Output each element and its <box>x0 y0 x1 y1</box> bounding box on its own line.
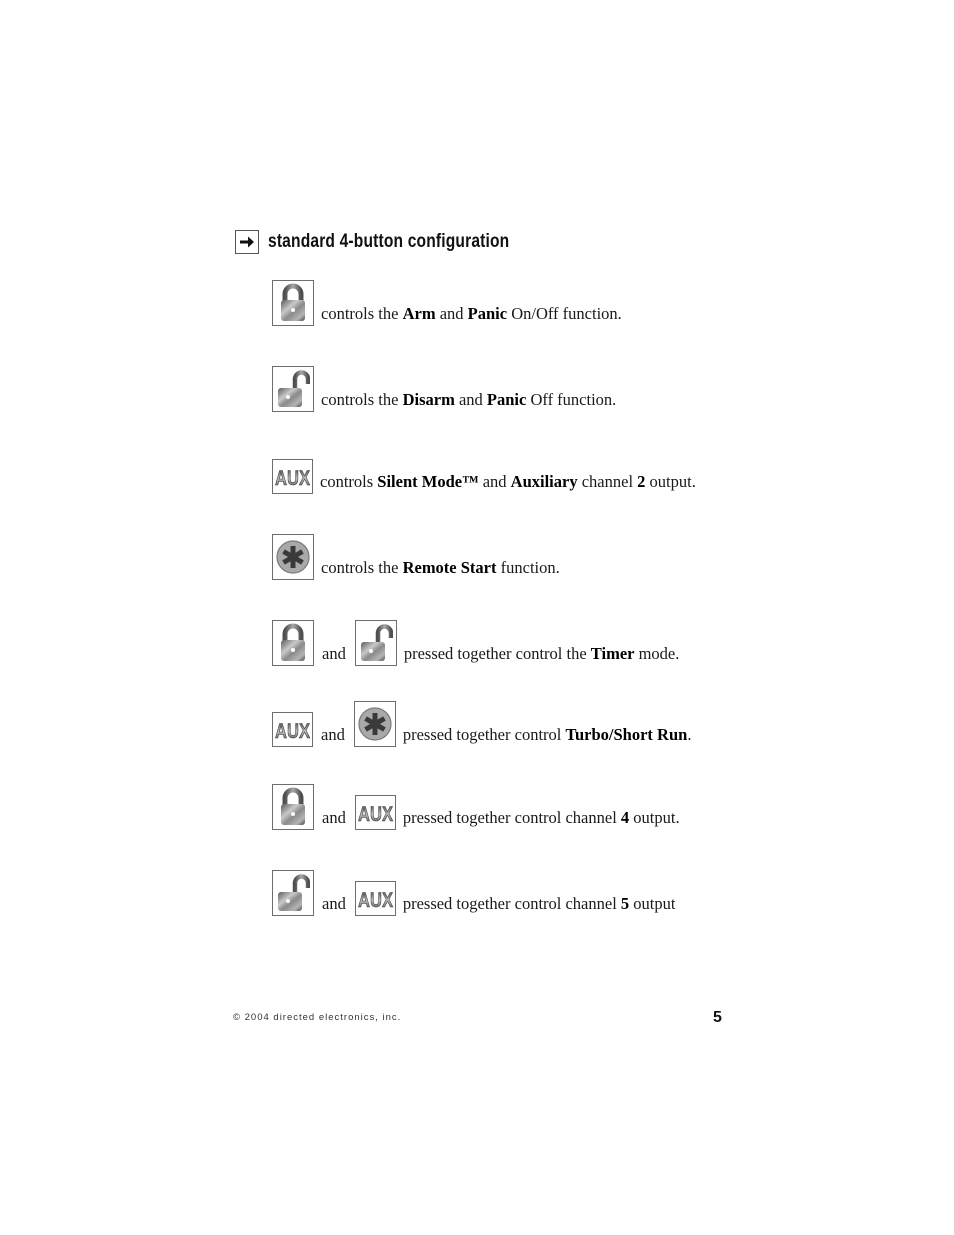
section-heading: standard 4-button configuration <box>235 228 562 256</box>
unlock-button <box>354 620 397 666</box>
button-row: AUX and pressed together control Turbo/S… <box>272 701 691 747</box>
joiner-text: and <box>322 808 346 827</box>
row-description: controls Silent Mode™ and Auxiliary chan… <box>320 472 696 491</box>
section-title: standard 4-button configuration <box>268 231 510 252</box>
row-description: pressed together control the Timer mode. <box>403 644 680 663</box>
svg-text:AUX: AUX <box>358 803 393 825</box>
button-row: and pressed together control the Timer m… <box>272 620 679 666</box>
unlock-button <box>272 366 314 412</box>
joiner-text: and <box>322 644 346 663</box>
row-description: controls the Arm and Panic On/Off functi… <box>321 304 622 323</box>
aux-button: AUX <box>272 459 313 494</box>
button-row: controls the Arm and Panic On/Off functi… <box>272 280 622 326</box>
joiner-text: and <box>321 725 345 744</box>
aux-button: AUX <box>354 881 396 916</box>
lock-button <box>272 620 314 666</box>
svg-text:AUX: AUX <box>275 467 310 489</box>
svg-text:AUX: AUX <box>275 720 310 742</box>
unlock-button <box>272 870 314 916</box>
button-row: AUX controls Silent Mode™ and Auxiliary … <box>272 459 696 494</box>
joiner-text: and <box>322 894 346 913</box>
manual-page: standard 4-button configuration controls… <box>0 0 954 1235</box>
copyright-notice: © 2004 directed electronics, inc. <box>233 1012 402 1023</box>
lock-open-icon <box>278 370 310 407</box>
row-description: controls the Disarm and Panic Off functi… <box>321 390 617 409</box>
remote-start-button <box>353 701 396 747</box>
row-description: controls the Remote Start function. <box>321 558 560 577</box>
asterisk-icon <box>276 540 310 574</box>
aux-button: AUX <box>354 795 396 830</box>
button-row: and AUX pressed together control channel… <box>272 870 675 916</box>
row-description: pressed together control Turbo/Short Run… <box>402 725 692 744</box>
lock-button <box>272 280 314 326</box>
button-row: controls the Remote Start function. <box>272 534 560 580</box>
svg-text:AUX: AUX <box>358 889 393 911</box>
aux-icon: AUX <box>358 802 394 825</box>
lock-closed-icon <box>281 787 305 825</box>
button-row: controls the Disarm and Panic Off functi… <box>272 366 616 412</box>
row-description: pressed together control channel 5 outpu… <box>402 894 676 913</box>
button-row: and AUX pressed together control channel… <box>272 784 680 830</box>
row-description: pressed together control channel 4 outpu… <box>402 808 680 827</box>
lock-button <box>272 784 314 830</box>
aux-button: AUX <box>272 712 313 747</box>
lock-open-icon <box>278 874 310 911</box>
aux-icon: AUX <box>358 888 394 911</box>
aux-icon: AUX <box>275 466 311 489</box>
remote-start-button <box>272 534 314 580</box>
lock-closed-icon <box>281 283 305 321</box>
asterisk-icon <box>358 707 392 741</box>
page-number: 5 <box>713 1009 722 1026</box>
lock-closed-icon <box>281 623 305 661</box>
lock-open-icon <box>360 624 393 661</box>
aux-icon: AUX <box>275 719 311 742</box>
right-arrow-icon <box>235 230 259 254</box>
